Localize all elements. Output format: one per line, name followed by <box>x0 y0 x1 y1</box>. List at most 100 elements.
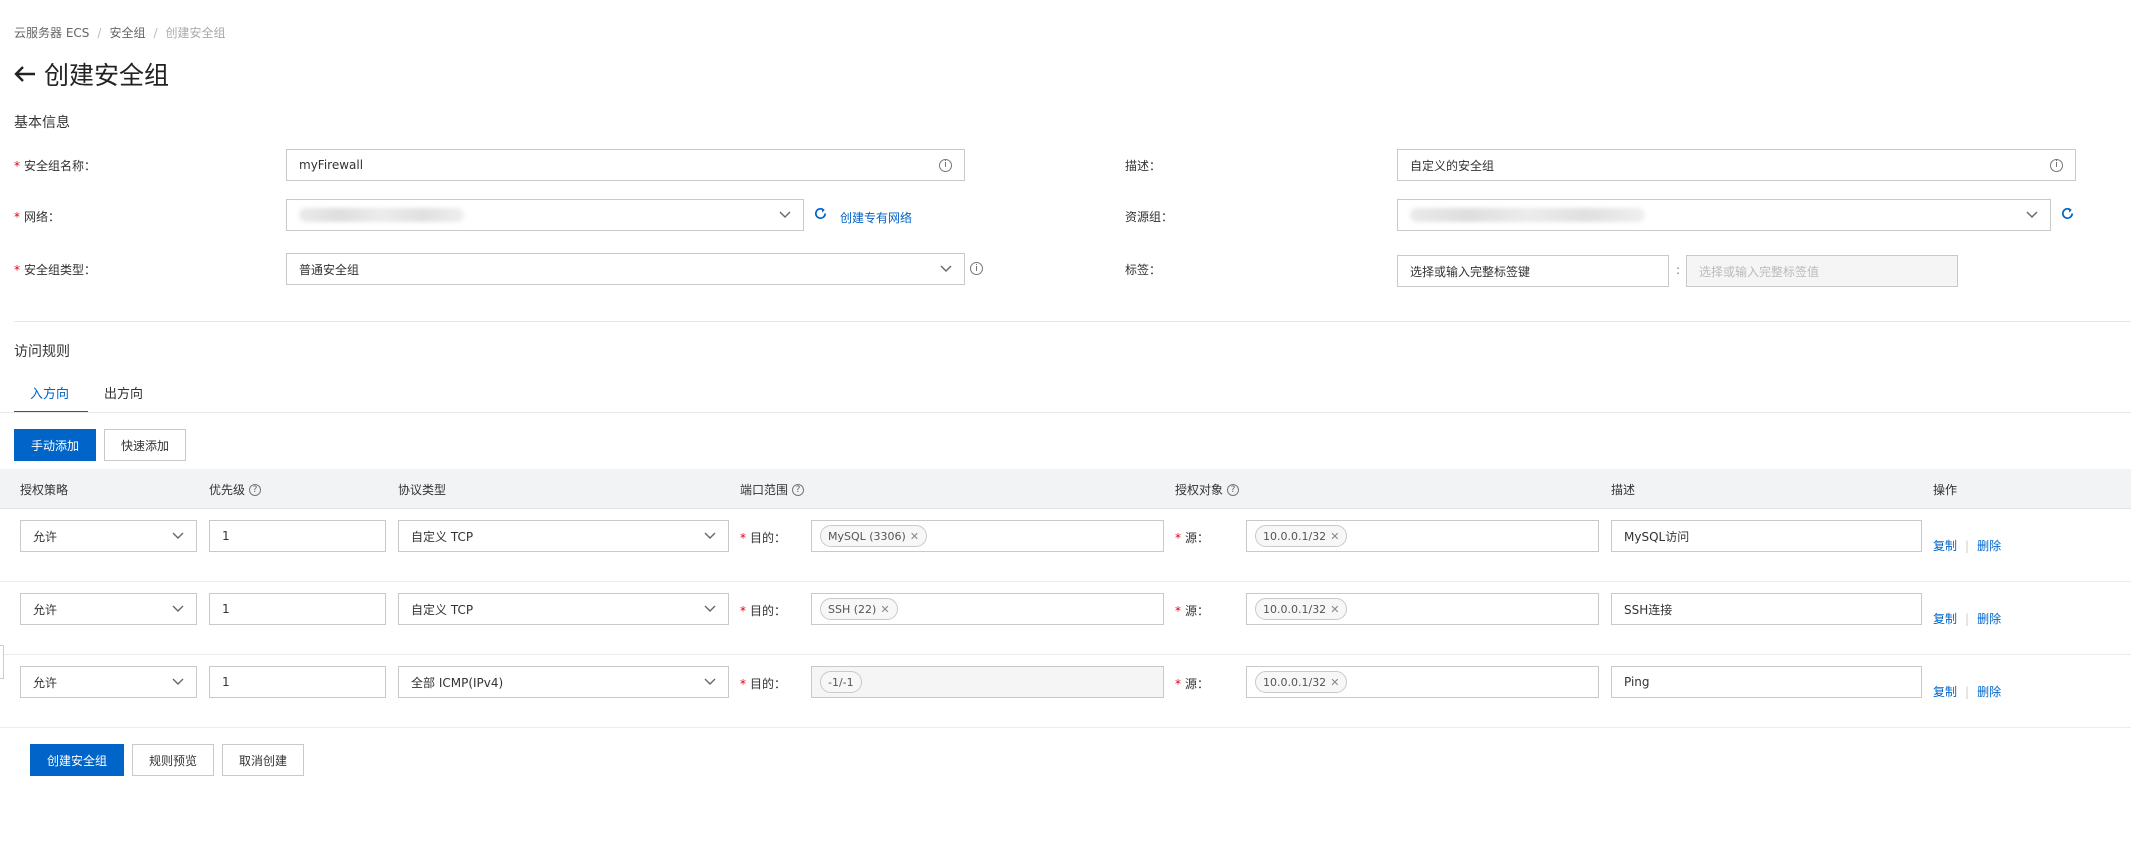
section-divider <box>14 321 2131 322</box>
rule-preview-button[interactable]: 规则预览 <box>132 744 214 776</box>
port-tag: SSH (22) ✕ <box>820 598 898 620</box>
priority-value: 1 <box>222 529 230 543</box>
breadcrumb-separator: / <box>153 25 158 40</box>
policy-select[interactable]: 允许 <box>20 593 197 625</box>
source-input[interactable]: 10.0.0.1/32 ✕ <box>1246 666 1599 698</box>
policy-select[interactable]: 允许 <box>20 520 197 552</box>
action-separator: | <box>1965 538 1970 553</box>
description-value: MySQL访问 <box>1624 529 1690 544</box>
desc-label: 描述： <box>1125 159 1162 173</box>
close-icon[interactable]: ✕ <box>1330 603 1339 616</box>
priority-input[interactable]: 1 <box>209 666 386 698</box>
policy-value: 允许 <box>33 529 58 544</box>
info-icon[interactable]: i <box>970 262 983 275</box>
breadcrumb-separator: / <box>97 25 102 40</box>
network-label: * 网络： <box>14 210 61 224</box>
policy-value: 允许 <box>33 675 58 690</box>
manual-add-button[interactable]: 手动添加 <box>14 429 96 461</box>
copy-rule-link[interactable]: 复制 <box>1933 537 1957 554</box>
desc-input[interactable]: 自定义的安全组 i <box>1397 149 2076 181</box>
port-tag: MySQL (3306) ✕ <box>820 525 928 547</box>
row-actions: 复制 | 删除 <box>1933 537 2001 554</box>
close-icon[interactable]: ✕ <box>1330 676 1339 689</box>
chevron-down-icon <box>2026 211 2038 219</box>
source-input[interactable]: 10.0.0.1/32 ✕ <box>1246 593 1599 625</box>
column-header-description: 描述 <box>1611 483 1636 497</box>
breadcrumb-item-ecs[interactable]: 云服务器 ECS <box>14 24 89 41</box>
row-divider <box>0 654 2131 655</box>
info-icon: i <box>939 158 952 172</box>
src-label: * 源： <box>1175 604 1210 618</box>
protocol-select[interactable]: 全部 ICMP(IPv4) <box>398 666 729 698</box>
policy-select[interactable]: 允许 <box>20 666 197 698</box>
action-separator: | <box>1965 684 1970 699</box>
breadcrumb-item-current: 创建安全组 <box>165 26 226 40</box>
help-icon[interactable]: ? <box>249 483 262 496</box>
cancel-create-button[interactable]: 取消创建 <box>222 744 304 776</box>
column-header-protocol: 协议类型 <box>398 483 447 497</box>
access-rules-title: 访问规则 <box>14 344 70 360</box>
copy-rule-link[interactable]: 复制 <box>1933 610 1957 627</box>
basic-info-title: 基本信息 <box>14 115 70 131</box>
priority-input[interactable]: 1 <box>209 593 386 625</box>
description-input[interactable]: MySQL访问 <box>1611 520 1922 552</box>
description-value: Ping <box>1624 675 1650 689</box>
help-icon[interactable]: ? <box>1227 483 1240 496</box>
close-icon[interactable]: ✕ <box>1330 530 1339 543</box>
column-header-port-range: 端口范围? <box>740 481 805 498</box>
chevron-down-icon <box>172 605 184 613</box>
resource-group-label: 资源组： <box>1125 210 1174 224</box>
chevron-down-icon <box>779 211 791 219</box>
page-title: 创建安全组 <box>44 61 170 90</box>
copy-rule-link[interactable]: 复制 <box>1933 683 1957 700</box>
refresh-icon[interactable] <box>2060 206 2075 225</box>
description-input[interactable]: SSH连接 <box>1611 593 1922 625</box>
tab-inbound[interactable]: 入方向 <box>30 383 69 402</box>
dest-label: * 目的： <box>740 677 787 691</box>
port-input[interactable]: -1/-1 <box>811 666 1164 698</box>
port-tag: -1/-1 <box>820 671 862 693</box>
priority-input[interactable]: 1 <box>209 520 386 552</box>
delete-rule-link[interactable]: 删除 <box>1977 537 2001 554</box>
refresh-icon[interactable] <box>813 206 828 225</box>
page-header: 创建安全组 <box>14 56 169 92</box>
dest-label: * 目的： <box>740 531 787 545</box>
tab-outbound[interactable]: 出方向 <box>104 383 143 402</box>
source-input[interactable]: 10.0.0.1/32 ✕ <box>1246 520 1599 552</box>
delete-rule-link[interactable]: 删除 <box>1977 610 2001 627</box>
chevron-down-icon <box>172 678 184 686</box>
help-icon[interactable]: ? <box>792 483 805 496</box>
network-select[interactable] <box>286 199 804 231</box>
side-panel-handle[interactable] <box>0 645 4 679</box>
action-separator: | <box>1965 611 1970 626</box>
description-value: SSH连接 <box>1624 602 1673 617</box>
tag-key-placeholder: 选择或输入完整标签键 <box>1410 264 1531 279</box>
close-icon[interactable]: ✕ <box>880 603 889 616</box>
type-label: * 安全组类型： <box>14 263 97 277</box>
name-input[interactable]: myFirewall i <box>286 149 965 181</box>
row-divider <box>0 727 2131 728</box>
source-tag: 10.0.0.1/32 ✕ <box>1255 598 1348 620</box>
delete-rule-link[interactable]: 删除 <box>1977 683 2001 700</box>
description-input[interactable]: Ping <box>1611 666 1922 698</box>
breadcrumb-item-security-group[interactable]: 安全组 <box>109 24 145 41</box>
protocol-select[interactable]: 自定义 TCP <box>398 593 729 625</box>
resource-group-select[interactable] <box>1397 199 2051 231</box>
close-icon[interactable]: ✕ <box>910 530 919 543</box>
priority-value: 1 <box>222 675 230 689</box>
src-label: * 源： <box>1175 677 1210 691</box>
tabs-divider <box>0 412 2131 413</box>
create-vpc-link[interactable]: 创建专有网络 <box>840 209 912 226</box>
arrow-left-icon[interactable] <box>14 65 36 83</box>
tag-key-input[interactable]: 选择或输入完整标签键 <box>1397 255 1669 287</box>
type-select[interactable]: 普通安全组 <box>286 253 965 285</box>
port-input[interactable]: MySQL (3306) ✕ <box>811 520 1164 552</box>
tag-value-input[interactable]: 选择或输入完整标签值 <box>1686 255 1958 287</box>
quick-add-button[interactable]: 快速添加 <box>104 429 186 461</box>
protocol-select[interactable]: 自定义 TCP <box>398 520 729 552</box>
create-security-group-button[interactable]: 创建安全组 <box>30 744 124 776</box>
column-header-priority: 优先级? <box>209 481 262 498</box>
rules-table-header <box>0 469 2131 509</box>
port-input[interactable]: SSH (22) ✕ <box>811 593 1164 625</box>
dest-label: * 目的： <box>740 604 787 618</box>
